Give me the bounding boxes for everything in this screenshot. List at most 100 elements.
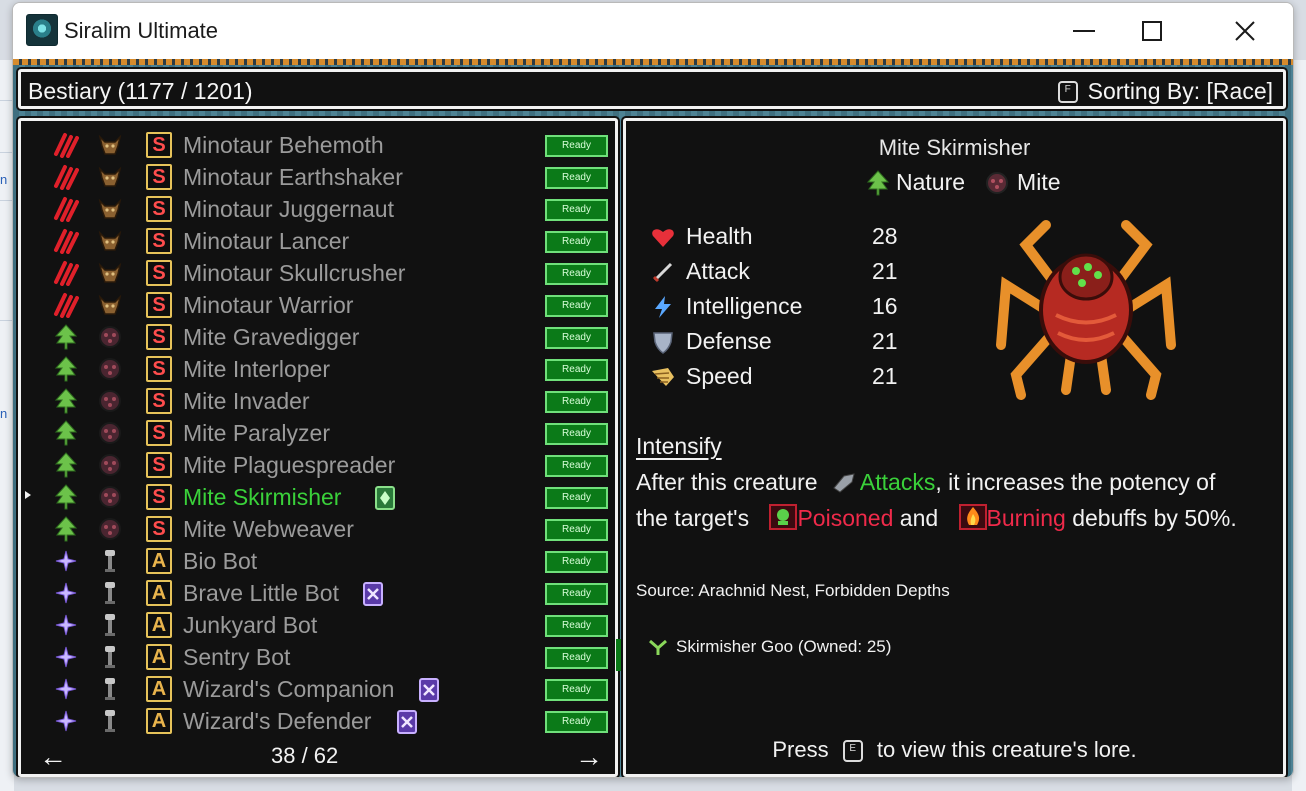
ready-button[interactable]: Ready bbox=[545, 711, 608, 733]
creature-row[interactable]: S Minotaur Earthshaker Ready bbox=[21, 161, 615, 193]
minotaur-race-icon bbox=[98, 294, 122, 315]
rarity-letter: S bbox=[146, 324, 172, 350]
creature-row[interactable]: S Mite Paralyzer Ready bbox=[21, 417, 615, 449]
race-icon bbox=[97, 548, 123, 574]
class-icon bbox=[53, 452, 79, 478]
creature-row[interactable]: S Mite Skirmisher Ready bbox=[21, 481, 615, 513]
creature-types: Nature Mite bbox=[866, 169, 1061, 196]
creature-name: Wizard's Defender bbox=[183, 708, 372, 734]
creature-row[interactable]: A Wizard's Defender Ready bbox=[21, 705, 615, 737]
creature-row[interactable]: A Junkyard Bot Ready bbox=[21, 609, 615, 641]
creature-row[interactable]: S Minotaur Warrior Ready bbox=[21, 289, 615, 321]
close-icon bbox=[1235, 21, 1255, 41]
ready-button[interactable]: Ready bbox=[545, 679, 608, 701]
creature-row[interactable]: A Bio Bot Ready bbox=[21, 545, 615, 577]
title-bar[interactable]: Siralim Ultimate bbox=[13, 3, 1293, 59]
ready-button[interactable]: Ready bbox=[545, 263, 608, 285]
race-icon bbox=[97, 708, 123, 734]
rarity-letter: S bbox=[146, 516, 172, 542]
creature-row[interactable]: S Mite Plaguespreader Ready bbox=[21, 449, 615, 481]
creature-name: Minotaur Warrior bbox=[183, 292, 354, 318]
creature-source: Source: Arachnid Nest, Forbidden Depths bbox=[636, 581, 950, 600]
poisoned-keyword[interactable]: Poisoned bbox=[797, 505, 893, 531]
desktop-right-edge bbox=[1292, 60, 1306, 791]
stat-label: Intelligence bbox=[686, 293, 803, 319]
background-tiles bbox=[13, 59, 1293, 65]
creature-name: Junkyard Bot bbox=[183, 612, 318, 638]
maximize-button[interactable] bbox=[1129, 11, 1175, 51]
trait-title: Intensify bbox=[636, 433, 722, 459]
ready-button[interactable]: Ready bbox=[545, 327, 608, 349]
class-icon bbox=[53, 132, 79, 158]
attacks-keyword[interactable]: Attacks bbox=[860, 469, 935, 495]
ready-button[interactable]: Ready bbox=[545, 295, 608, 317]
creature-race: Mite bbox=[1017, 169, 1061, 195]
creature-row[interactable]: S Mite Gravedigger Ready bbox=[21, 321, 615, 353]
minotaur-race-icon bbox=[98, 166, 122, 187]
ready-button[interactable]: Ready bbox=[545, 487, 608, 509]
sorcery-class-icon bbox=[55, 646, 77, 668]
stat-value: 16 bbox=[872, 293, 898, 319]
stat-value: 28 bbox=[872, 223, 898, 249]
card-badge-icon bbox=[363, 582, 383, 606]
ready-button[interactable]: Ready bbox=[545, 551, 608, 573]
mite-race-icon bbox=[986, 171, 1009, 194]
close-button[interactable] bbox=[1222, 11, 1268, 51]
ready-button[interactable]: Ready bbox=[545, 423, 608, 445]
sort-control[interactable]: F Sorting By: [Race] bbox=[1057, 78, 1273, 105]
creature-name: Minotaur Juggernaut bbox=[183, 196, 394, 222]
minotaur-race-icon bbox=[98, 262, 122, 283]
mite-race-icon bbox=[99, 518, 121, 540]
lore-text: to view this creature's lore. bbox=[876, 737, 1137, 762]
chaos-class-icon bbox=[54, 261, 79, 286]
class-icon bbox=[53, 228, 79, 254]
creature-row[interactable]: S Minotaur Lancer Ready bbox=[21, 225, 615, 257]
trait-description-line-1: After this creature Attacks, it increase… bbox=[636, 469, 1215, 496]
ready-button[interactable]: Ready bbox=[545, 167, 608, 189]
rarity-letter: S bbox=[146, 292, 172, 318]
ready-button[interactable]: Ready bbox=[545, 647, 608, 669]
ready-button[interactable]: Ready bbox=[545, 391, 608, 413]
keyboard-key-icon[interactable]: E bbox=[842, 740, 863, 763]
creature-name: Minotaur Behemoth bbox=[183, 132, 384, 158]
creature-row[interactable]: S Minotaur Juggernaut Ready bbox=[21, 193, 615, 225]
race-icon bbox=[97, 132, 123, 158]
prev-page-arrow[interactable]: ← bbox=[39, 741, 67, 773]
creature-name: Mite Paralyzer bbox=[183, 420, 330, 446]
creature-row[interactable]: S Minotaur Behemoth Ready bbox=[21, 129, 615, 161]
rarity-letter: A bbox=[146, 612, 172, 638]
creature-row[interactable]: S Mite Invader Ready bbox=[21, 385, 615, 417]
class-icon bbox=[53, 260, 79, 286]
ready-button[interactable]: Ready bbox=[545, 519, 608, 541]
mite-race-icon bbox=[99, 486, 121, 508]
minimize-button[interactable] bbox=[1061, 11, 1107, 51]
class-icon bbox=[53, 196, 79, 222]
creature-row[interactable]: S Mite Interloper Ready bbox=[21, 353, 615, 385]
bot-race-icon bbox=[105, 614, 115, 636]
lore-hint: Press E to view this creature's lore. bbox=[626, 737, 1283, 763]
burning-keyword[interactable]: Burning bbox=[987, 505, 1066, 531]
ready-button[interactable]: Ready bbox=[545, 231, 608, 253]
creature-row[interactable]: A Wizard's Companion Ready bbox=[21, 673, 615, 705]
creature-row[interactable]: S Mite Webweaver Ready bbox=[21, 513, 615, 545]
ready-button[interactable]: Ready bbox=[545, 135, 608, 157]
creature-name: Mite Plaguespreader bbox=[183, 452, 396, 478]
ready-button[interactable]: Ready bbox=[545, 199, 608, 221]
minotaur-race-icon bbox=[98, 230, 122, 251]
rarity-letter: A bbox=[146, 548, 172, 574]
ready-button[interactable]: Ready bbox=[545, 455, 608, 477]
ready-button[interactable]: Ready bbox=[545, 359, 608, 381]
next-page-arrow[interactable]: → bbox=[575, 741, 603, 773]
bot-race-icon bbox=[105, 550, 115, 572]
ready-button[interactable]: Ready bbox=[545, 583, 608, 605]
rarity-letter: S bbox=[146, 132, 172, 158]
keyboard-key-icon: F bbox=[1057, 80, 1078, 103]
creature-row[interactable]: A Brave Little Bot Ready bbox=[21, 577, 615, 609]
creature-row[interactable]: S Minotaur Skullcrusher Ready bbox=[21, 257, 615, 289]
ready-button[interactable]: Ready bbox=[545, 615, 608, 637]
purple-card-icon bbox=[363, 582, 383, 606]
creature-row[interactable]: A Sentry Bot Ready bbox=[21, 641, 615, 673]
race-icon bbox=[97, 420, 123, 446]
creature-name: Mite Invader bbox=[183, 388, 310, 414]
rarity-letter: S bbox=[146, 196, 172, 222]
